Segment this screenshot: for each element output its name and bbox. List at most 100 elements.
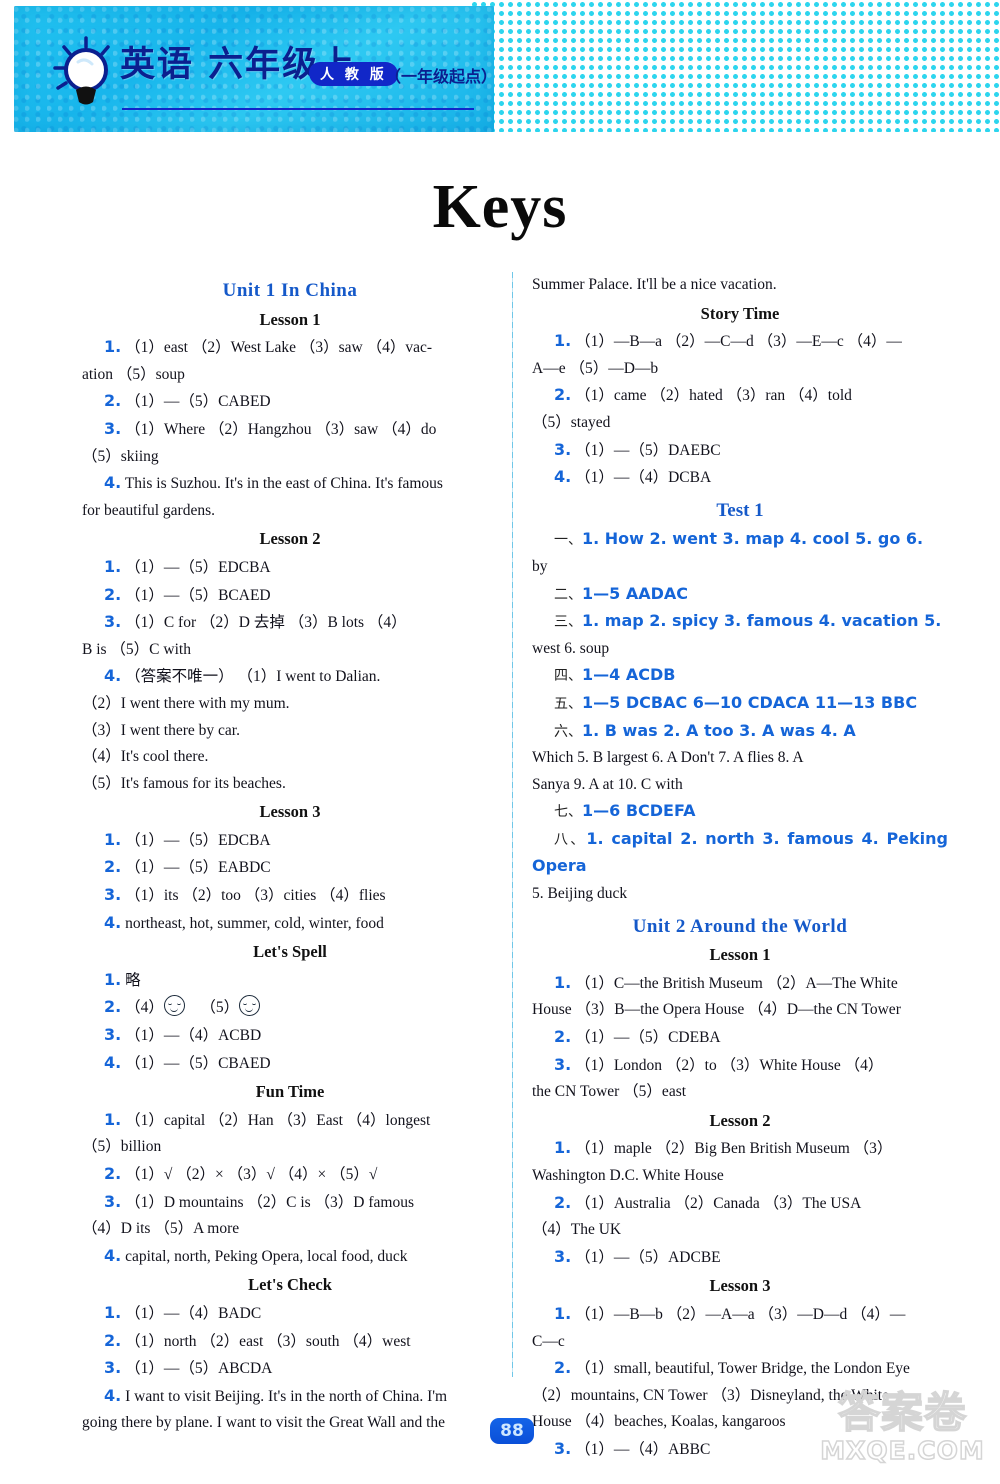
answer-number: 1.	[104, 337, 122, 357]
answer-number: 3.	[554, 1438, 572, 1458]
answer-text: （1）—（5）DAEBC	[575, 441, 721, 459]
smiley-face-icon	[239, 995, 261, 1017]
answer-text: （1）north （2）east （3）south （4）west	[125, 1332, 411, 1350]
answer-number: 4.	[104, 1385, 122, 1405]
answer-number: 1.	[104, 1109, 122, 1129]
answer-text: （1）C for （2）D 去掉 （3）B lots （4）	[125, 614, 407, 632]
answer-line: 3. （1）Where （2）Hangzhou （3）saw （4）do	[82, 416, 498, 444]
answer-text: 1. map 2. spicy 3. famous 4. vacation 5.	[582, 611, 942, 631]
answer-text: （1）Australia （2）Canada （3）The USA	[575, 1194, 862, 1212]
answer-continuation: 5. Beijing duck	[532, 885, 628, 903]
answer-text: （1）small, beautiful, Tower Bridge, the L…	[575, 1360, 910, 1378]
answer-continuation: going there by plane. I want to visit th…	[82, 1414, 446, 1432]
answer-line: 2. （1）—（5）BCAED	[82, 582, 498, 610]
answer-line: 3. （1）C for （2）D 去掉 （3）B lots （4）	[82, 609, 498, 637]
answer-text: （1）—（5）CABED	[125, 393, 271, 411]
unit-heading: Unit 2 Around the World	[632, 915, 848, 937]
answer-line: 1. （1）east （2）West Lake （3）saw （4）vac-	[82, 334, 498, 362]
column-divider	[512, 272, 513, 1377]
answer-line: 2. （1）came （2）hated （3）ran （4）told	[532, 382, 948, 410]
watermark: 答案卷 MXQE.COM	[815, 1388, 990, 1474]
answer-number: 1.	[104, 829, 122, 849]
answer-number: 4.	[104, 473, 122, 493]
answer-text: （1）—（5）ABCDA	[125, 1360, 273, 1378]
answer-number: 2.	[104, 1164, 122, 1183]
answer-continuation: （4）The UK	[532, 1221, 622, 1239]
answer-line: 1. （1）—（5）EDCBA	[82, 554, 498, 582]
answer-line: 1. （1）maple （2）Big Ben British Museum （3…	[532, 1135, 948, 1163]
answer-text: （1）—（5）CBAED	[125, 1054, 271, 1072]
answer-number: 2.	[554, 1192, 572, 1212]
answer-text: （1）—B—a （2）—C—d （3）—E—c （4）—	[575, 333, 902, 351]
answer-text: I want to visit Beijing. It's in the nor…	[125, 1387, 448, 1405]
answer-text: （1）—（4）BADC	[125, 1304, 262, 1322]
answer-line: 二、1—5 AADAC	[532, 581, 948, 609]
lightbulb-icon	[53, 36, 110, 105]
answer-text: （5）	[200, 999, 240, 1017]
answer-number: 4.	[554, 467, 572, 487]
answer-text: （1）—（5）EDCBA	[125, 558, 271, 576]
lesson-heading: Lesson 1	[709, 945, 771, 965]
answer-text: （1）—（5）ADCBE	[575, 1248, 721, 1266]
answer-number: 1.	[554, 1138, 572, 1158]
answer-text: 1—6 BCDEFA	[582, 801, 696, 821]
answer-line: 4. （1）—（4）DCBA	[532, 464, 948, 492]
answer-continuation: by	[532, 557, 548, 575]
answer-number: 3.	[104, 885, 122, 905]
answer-line: 三、1. map 2. spicy 3. famous 4. vacation …	[532, 608, 948, 636]
answer-continuation: for beautiful gardens.	[82, 501, 215, 519]
answer-column-left: Unit 1 In China Lesson 1 1. （1）east （2）Wes…	[82, 272, 498, 1437]
answer-continuation: （4）It's cool there.	[82, 748, 209, 766]
answer-text: （1）—（5）EABDC	[125, 859, 271, 877]
watermark-cn-text: 答案卷	[837, 1388, 967, 1437]
answer-line: 4. This is Suzhou. It's in the east of C…	[82, 470, 498, 498]
answer-number: 4.	[104, 666, 122, 686]
answer-text: （1）east （2）West Lake （3）saw （4）vac-	[125, 339, 433, 357]
answer-continuation: A—e （5）—D—b	[532, 359, 659, 377]
answer-number: 4.	[104, 1245, 122, 1265]
answer-text: （1）its （2）too （3）cities （4）flies	[125, 887, 386, 905]
answer-line: 1. （1）—B—a （2）—C—d （3）—E—c （4）—	[532, 328, 948, 356]
answer-text: （1）Where （2）Hangzhou （3）saw （4）do	[125, 420, 437, 438]
answer-line: 1. 略	[82, 967, 498, 995]
answer-number: 3.	[554, 1246, 572, 1266]
answer-line: 2. （1）—（5）CDEBA	[532, 1024, 948, 1052]
answer-number: 2.	[104, 997, 122, 1017]
lesson-heading: Lesson 1	[259, 309, 321, 329]
answer-text: （1）maple （2）Big Ben British Museum （3）	[575, 1140, 893, 1158]
answer-continuation: （4）D its （5）A more	[82, 1220, 240, 1238]
answer-text: （答案不唯一） （1）I went to Dalian.	[125, 668, 381, 686]
answer-text: 1. capital 2. north 3. famous 4. Peking …	[532, 828, 948, 876]
answer-line: 四、1—4 ACDB	[532, 662, 948, 690]
answer-line: 2. （1）—（5）EABDC	[82, 854, 498, 882]
answer-line: 4. （答案不唯一） （1）I went to Dalian.	[82, 663, 498, 691]
answer-line: 六、1. B was 2. A too 3. A was 4. A	[532, 718, 948, 746]
section-number-cn: 六、	[554, 723, 582, 740]
lesson-heading: Let's Check	[248, 1275, 332, 1295]
lesson-heading: Story Time	[700, 303, 780, 323]
answer-line: 3. （1）—（5）ADCBE	[532, 1244, 948, 1272]
answer-number: 2.	[104, 1330, 122, 1350]
header-dot-pattern	[470, 0, 1000, 132]
answer-text: （1）D mountains （2）C is （3）D famous	[125, 1193, 414, 1211]
answer-line: 1. （1）—（5）EDCBA	[82, 827, 498, 855]
answer-line: 1. （1）C—the British Museum （2）A—The Whit…	[532, 970, 948, 998]
answer-number: 1.	[104, 1302, 122, 1322]
answer-text: （1）—（5）EDCBA	[125, 831, 271, 849]
answer-number: 4.	[104, 912, 122, 932]
answer-line: 3. （1）—（5）DAEBC	[532, 437, 948, 465]
answer-text: （4）	[125, 999, 164, 1017]
answer-continuation: ation （5）soup	[82, 365, 185, 383]
section-number-cn: 一、	[554, 532, 582, 549]
answer-text: northeast, hot, summer, cold, winter, fo…	[125, 914, 384, 932]
answer-text: （1）—（5）CDEBA	[575, 1029, 721, 1047]
section-number-cn: 七、	[554, 804, 582, 821]
answer-line: 4. capital, north, Peking Opera, local f…	[82, 1243, 498, 1271]
answer-line-smiley: 2. （4） （5）	[82, 994, 498, 1022]
test-heading: Test 1	[716, 499, 764, 521]
answer-text: 1—4 ACDB	[582, 665, 676, 685]
answer-text: （1）London （2）to （3）White House （4）	[575, 1056, 884, 1074]
answer-number: 3.	[554, 1054, 572, 1074]
answer-continuation: Washington D.C. White House	[532, 1167, 724, 1184]
page-number-badge: 88	[490, 1418, 534, 1444]
